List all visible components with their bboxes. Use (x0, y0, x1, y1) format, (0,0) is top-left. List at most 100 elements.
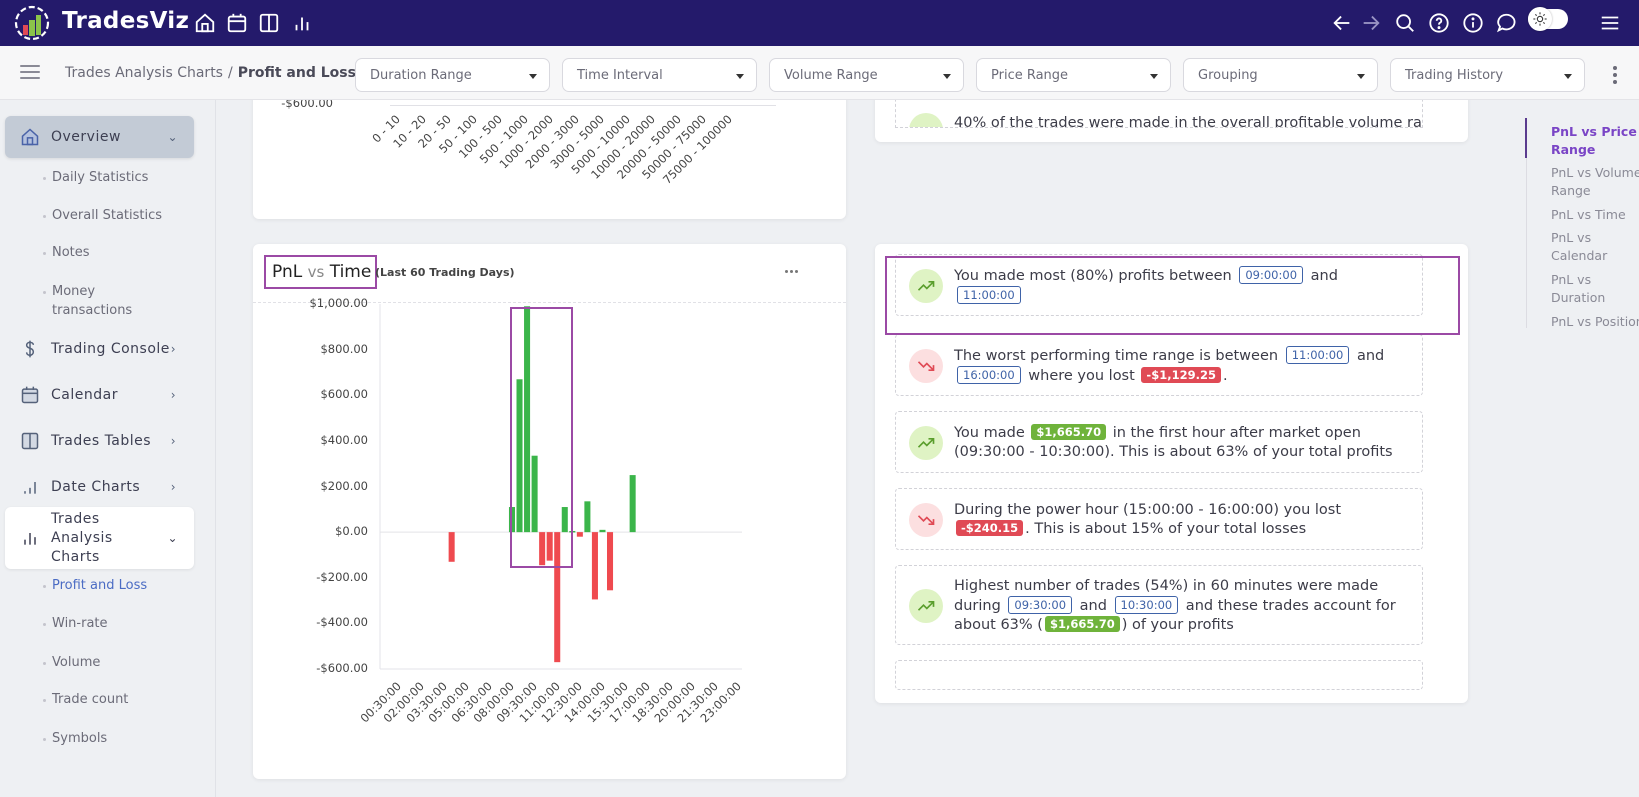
sidebar-item-overview[interactable]: Overview ⌄ (5, 116, 194, 158)
back-arrow-icon[interactable] (1328, 9, 1356, 37)
breadcrumb-separator: / (227, 65, 233, 81)
text-segment: and (1352, 348, 1385, 364)
bar-chart-icon[interactable] (288, 9, 316, 37)
breadcrumb-item-parent[interactable]: Trades Analysis Charts (65, 65, 223, 81)
insight-text: Highest number of trades (54%) in 60 min… (954, 577, 1402, 635)
brand-name[interactable]: TradesViz (62, 8, 189, 34)
grouping-select[interactable]: Grouping (1183, 58, 1378, 92)
filter-label: Duration Range (370, 68, 472, 83)
y-tick-label: $600.00 (320, 387, 368, 402)
duration-range-select[interactable]: Duration Range (355, 58, 550, 92)
tradesviz-logo[interactable] (14, 5, 50, 41)
more-options-icon[interactable] (1613, 66, 1619, 87)
home-icon[interactable] (191, 9, 219, 37)
chevron-right-icon: › (170, 388, 176, 402)
bar-14:00:00[interactable] (591, 532, 598, 600)
pnl-vs-volume-card: -$600.00 0 - 10 10 - 20 20 - 50 50 - 100 100… (253, 80, 846, 219)
chevron-right-icon: › (170, 434, 176, 448)
chevron-down-icon: ⌄ (167, 130, 178, 144)
filter-label: Grouping (1198, 68, 1258, 83)
chevron-down-icon: ⌄ (167, 531, 178, 545)
chevron-right-icon: › (170, 342, 176, 356)
sidebar-toggle-icon[interactable] (20, 65, 40, 79)
sidebar-item-trades-tables[interactable]: Trades Tables › (5, 420, 194, 462)
y-tick-label: -$400.00 (316, 615, 368, 630)
sidebar-item-trades-analysis-charts[interactable]: Trades Analysis Charts ⌄ (5, 507, 194, 569)
toc-item-pnl-vs-calendar[interactable]: PnL vs Calendar (1551, 229, 1611, 265)
sidebar-subitem-win-rate[interactable]: Win-rate (43, 614, 108, 633)
toc-item-pnl-vs-time[interactable]: PnL vs Time (1551, 206, 1639, 224)
caret-down-icon (736, 74, 744, 79)
toc-item-pnl-vs-duration[interactable]: PnL vs Duration (1551, 271, 1611, 307)
text-segment: where you lost (1023, 368, 1140, 384)
bar-04:30:00[interactable] (448, 532, 455, 562)
bar-13:30:00[interactable] (584, 501, 591, 533)
time-interval-select[interactable]: Time Interval (562, 58, 757, 92)
insight-item (895, 660, 1423, 690)
time-badge: 11:00:00 (1285, 346, 1350, 364)
info-icon[interactable] (1459, 9, 1487, 37)
sun-icon (1528, 7, 1552, 31)
sub-header-overlay: Trades Analysis Charts / Profit and Loss D… (0, 46, 1639, 100)
menu-icon[interactable] (1596, 9, 1624, 37)
sidebar-item-date-charts[interactable]: Date Charts › (5, 466, 194, 508)
trend-up-icon (909, 589, 943, 623)
trend-up-icon (909, 426, 943, 460)
sidebar-item-trading-console[interactable]: Trading Console › (5, 328, 194, 370)
forward-arrow-icon[interactable] (1357, 9, 1385, 37)
text-segment: . This is about 15% of your total losses (1025, 521, 1307, 537)
search-icon[interactable] (1391, 9, 1419, 37)
bar-15:00:00[interactable] (607, 532, 614, 591)
toc-item-pnl-vs-volume-range[interactable]: PnL vs Volume Range (1551, 164, 1639, 200)
time-badge: 09:30:00 (1008, 596, 1073, 614)
insight-item: The worst performing time range is betwe… (895, 334, 1423, 396)
bar-16:30:00[interactable] (629, 475, 636, 533)
trading-history-select[interactable]: Trading History (1390, 58, 1585, 92)
calendar-icon[interactable] (223, 9, 251, 37)
gain-badge: $1,665.70 (1044, 616, 1120, 632)
toc-item-pnl-vs-position[interactable]: PnL vs Position (1551, 313, 1639, 331)
volume-range-select[interactable]: Volume Range (769, 58, 964, 92)
text-segment: ) of your profits (1121, 617, 1234, 633)
top-navbar: TradesViz (0, 0, 1639, 46)
help-icon[interactable] (1425, 9, 1453, 37)
time-badge: 16:00:00 (957, 366, 1021, 384)
bar-13:00:00[interactable] (576, 532, 583, 537)
sidebar-subitem-symbols[interactable]: Symbols (42, 729, 107, 748)
columns-icon[interactable] (255, 9, 283, 37)
x-axis-line (390, 105, 776, 106)
toc-active-indicator (1525, 118, 1527, 158)
y-tick-label: -$200.00 (316, 569, 368, 584)
sidebar-item-calendar[interactable]: Calendar › (5, 374, 194, 416)
trend-down-icon (909, 503, 943, 537)
price-range-select[interactable]: Price Range (976, 58, 1171, 92)
text-segment: During the power hour (15:00:00 - 16:00:… (954, 502, 1342, 518)
y-tick-label: $0.00 (335, 524, 368, 539)
y-tick-label: $200.00 (320, 478, 368, 493)
highlight-box-chart (510, 307, 573, 568)
sidebar-subitem-profit-and-loss[interactable]: Profit and Loss (42, 576, 147, 595)
insight-item: Highest number of trades (54%) in 60 min… (895, 565, 1423, 645)
sidebar-item-label: Trades Analysis Charts (51, 510, 113, 565)
sidebar-subitem-overall-statistics[interactable]: Overall Statistics (42, 206, 162, 225)
sidebar-subitem-money-transactions[interactable]: Money transactions (43, 282, 152, 320)
gain-badge: $1,665.70 (1031, 424, 1107, 440)
sidebar-item-label: Date Charts (51, 478, 141, 495)
loss-badge: -$240.15 (956, 520, 1024, 536)
dollar-icon (19, 338, 41, 360)
text-segment: You made (954, 425, 1030, 441)
chat-icon[interactable] (1492, 9, 1520, 37)
bar-14:30:00[interactable] (599, 529, 606, 533)
theme-toggle[interactable] (1528, 7, 1568, 31)
sidebar-subitem-trade-count[interactable]: Trade count (42, 690, 128, 709)
toc-item-pnl-vs-price-range[interactable]: PnL vs Price Range (1551, 123, 1639, 159)
sidebar-subitem-volume[interactable]: Volume (42, 653, 100, 672)
chevron-right-icon: › (170, 480, 176, 494)
bar-chart-icon (19, 527, 41, 549)
insight-item: You made $1,665.70 in the first hour aft… (895, 411, 1423, 473)
caret-down-icon (1357, 74, 1365, 79)
sidebar-subitem-notes[interactable]: Notes (43, 243, 90, 262)
columns-icon (19, 430, 41, 452)
caret-down-icon (1150, 74, 1158, 79)
sidebar-subitem-daily-statistics[interactable]: Daily Statistics (42, 168, 148, 187)
